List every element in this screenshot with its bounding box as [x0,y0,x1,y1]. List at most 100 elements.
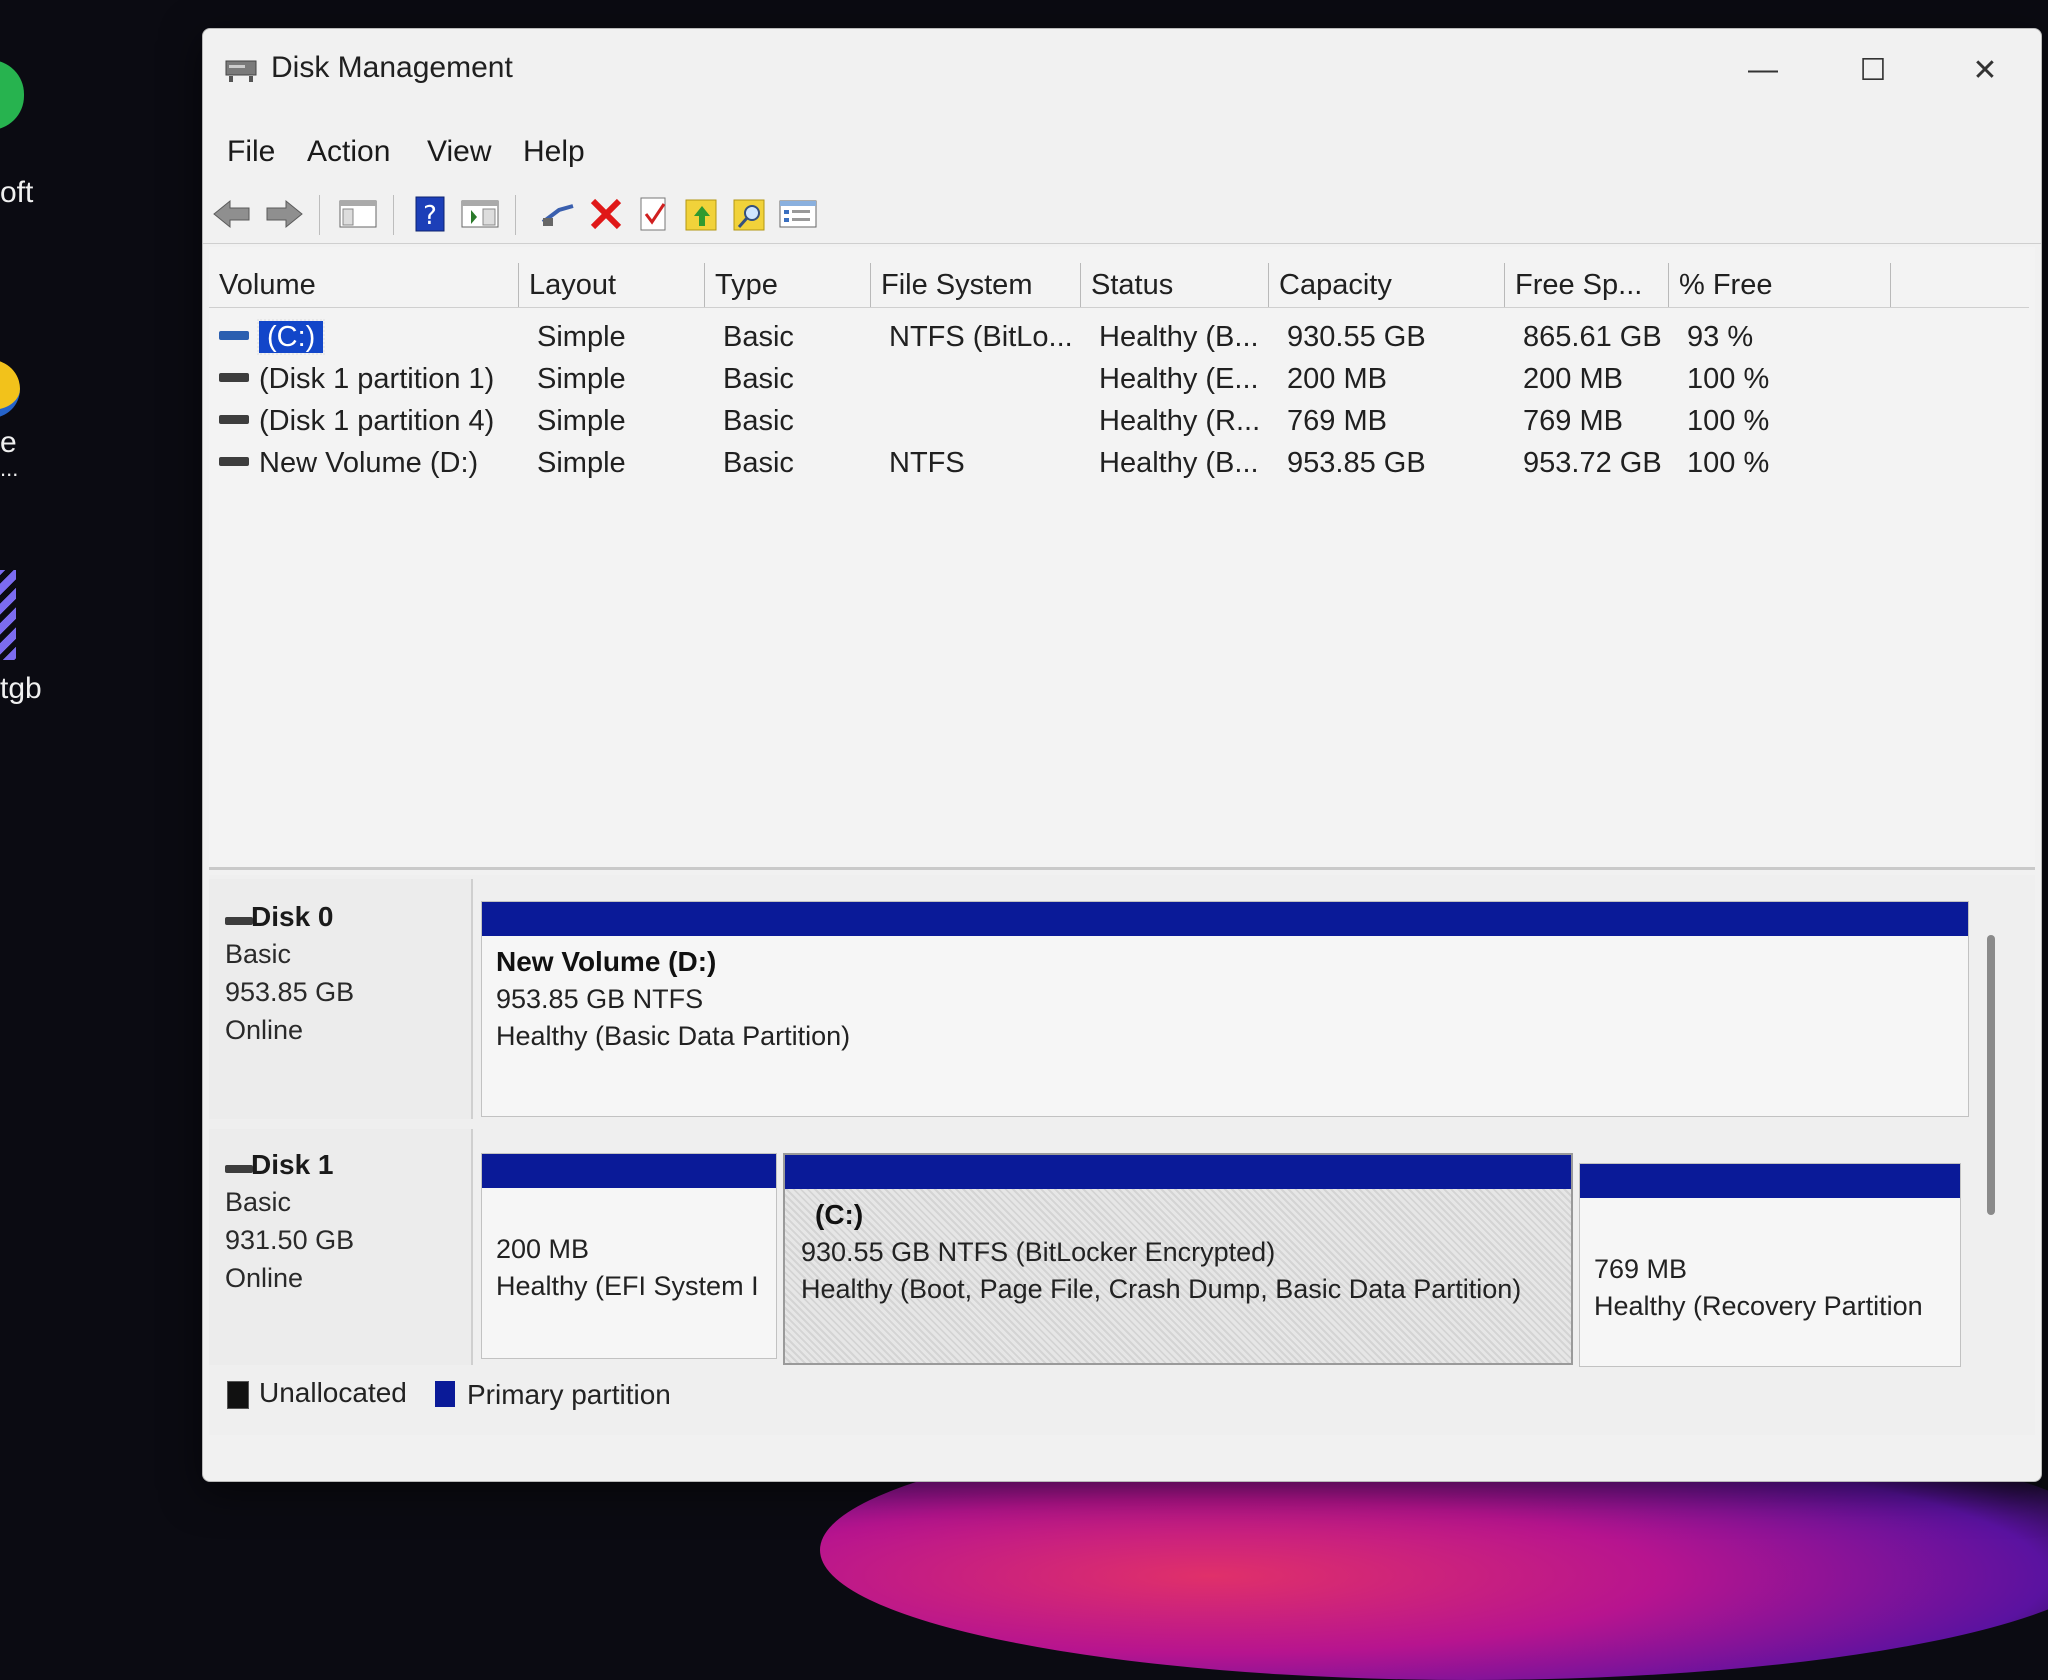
volume-name: (Disk 1 partition 4) [259,405,495,437]
column-capacity[interactable]: Capacity [1269,263,1505,307]
desktop-label: oft [0,176,34,209]
volume-status: Healthy (B... [1099,321,1259,353]
volume-name-text: (C:) [256,319,326,355]
desktop-label: e [0,426,17,459]
primary-partition-bar [785,1155,1571,1189]
column-status[interactable]: Status [1081,263,1269,307]
connect-icon[interactable] [537,193,579,235]
partition-status: Healthy (Recovery Partition [1594,1291,1923,1321]
volume-free-space: 200 MB [1523,363,1623,395]
menu-bar: File Action View Help [203,129,2041,173]
volume-status: Healthy (B... [1099,447,1259,479]
menu-file[interactable]: File [227,135,275,169]
desktop-label: ... [0,456,19,481]
volume-icon [219,415,249,424]
disk-size: 953.85 GB [225,977,355,1007]
volume-file-system: NTFS (BitLo... [889,321,1073,353]
volume-capacity: 930.55 GB [1287,321,1426,353]
up-folder-icon[interactable] [681,193,723,235]
disk-state: Online [225,1263,304,1293]
show-pane-icon[interactable] [459,193,501,235]
volume-percent-free: 100 % [1687,405,1770,437]
disk-1-label[interactable]: Disk 1 Basic 931.50 GB Online [209,1129,473,1365]
volume-type: Basic [723,405,794,437]
menu-action[interactable]: Action [307,135,390,169]
volume-list[interactable]: Volume Layout Type File System Status Ca… [209,247,2035,870]
disk-map-scrollbar[interactable] [1987,935,1995,1215]
disk-icon [225,1165,253,1173]
menu-view[interactable]: View [427,135,491,169]
partition-status: Healthy (Boot, Page File, Crash Dump, Ba… [801,1274,1522,1304]
edge-icon [0,60,24,130]
volume-icon [219,373,249,382]
disk-0-label[interactable]: Disk 0 Basic 953.85 GB Online [209,879,473,1119]
partition-recovery[interactable]: 769 MB Healthy (Recovery Partition [1579,1163,1961,1367]
partition-title: (C:) [815,1199,864,1230]
toolbar: ? [203,187,2041,244]
check-icon[interactable] [633,193,675,235]
minimize-button[interactable]: — [1733,45,1793,95]
primary-swatch [435,1381,455,1407]
partition-size: 953.85 GB NTFS [496,984,704,1014]
legend-primary: Primary partition [467,1379,671,1410]
disk-icon [225,917,253,925]
volume-type: Basic [723,447,794,479]
disk-kind: Basic [225,939,292,969]
legend: Unallocated Primary partition [209,1375,2035,1415]
maximize-button[interactable]: ☐ [1843,45,1903,95]
folder-icon [0,360,20,418]
console-tree-icon[interactable] [337,193,379,235]
unallocated-swatch [227,1381,249,1409]
toolbar-separator [515,195,516,235]
volume-capacity: 200 MB [1287,363,1387,395]
partition-status: Healthy (EFI System I [496,1271,759,1301]
column-percent-free[interactable]: % Free [1669,263,1891,307]
table-row[interactable]: (C:) Simple Basic NTFS (BitLo... Healthy… [209,317,2029,357]
disk-management-app-icon [225,60,257,82]
volume-percent-free: 100 % [1687,363,1770,395]
partition-new-volume-d[interactable]: New Volume (D:) 953.85 GB NTFS Healthy (… [481,901,1969,1117]
title-bar[interactable]: Disk Management — ☐ ✕ [203,29,2041,109]
disk-state: Online [225,1015,304,1045]
volume-list-header: Volume Layout Type File System Status Ca… [209,263,2029,308]
disk-size: 931.50 GB [225,1225,355,1255]
search-folder-icon[interactable] [729,193,771,235]
table-row[interactable]: New Volume (D:) Simple Basic NTFS Health… [209,443,2029,483]
volume-file-system: NTFS [889,447,965,479]
column-type[interactable]: Type [705,263,871,307]
volume-free-space: 865.61 GB [1523,321,1662,353]
partition-size: 769 MB [1594,1254,1688,1284]
volume-name: (Disk 1 partition 1) [259,363,495,395]
delete-icon[interactable] [585,193,627,235]
volume-percent-free: 93 % [1687,321,1754,353]
app-stripes-icon [0,570,16,660]
column-layout[interactable]: Layout [519,263,705,307]
volume-capacity: 953.85 GB [1287,447,1426,479]
partition-c[interactable]: (C:) 930.55 GB NTFS (BitLocker Encrypted… [783,1153,1573,1365]
properties-icon[interactable] [777,193,819,235]
column-file-system[interactable]: File System [871,263,1081,307]
toolbar-separator [319,195,320,235]
table-row[interactable]: (Disk 1 partition 1) Simple Basic Health… [209,359,2029,399]
toolbar-separator [393,195,394,235]
column-volume[interactable]: Volume [209,263,519,307]
primary-partition-bar [482,1154,776,1188]
desktop-label: tgb [0,672,42,705]
partition-size: 200 MB [496,1234,590,1264]
volume-status: Healthy (R... [1099,405,1261,437]
legend-unallocated: Unallocated [259,1377,407,1408]
partition-title: New Volume (D:) [496,946,717,977]
volume-layout: Simple [537,447,626,479]
table-row[interactable]: (Disk 1 partition 4) Simple Basic Health… [209,401,2029,441]
partition-body: 200 MB Healthy (EFI System I [482,1188,776,1358]
partition-status: Healthy (Basic Data Partition) [496,1021,851,1051]
partition-efi[interactable]: 200 MB Healthy (EFI System I [481,1153,777,1359]
forward-arrow-icon[interactable] [263,193,305,235]
disk-management-window: Disk Management — ☐ ✕ File Action View H… [202,28,2042,1482]
help-icon[interactable]: ? [409,193,451,235]
volume-layout: Simple [537,363,626,395]
close-button[interactable]: ✕ [1955,45,2015,95]
menu-help[interactable]: Help [523,135,585,169]
column-free-space[interactable]: Free Sp... [1505,263,1669,307]
back-arrow-icon[interactable] [211,193,253,235]
